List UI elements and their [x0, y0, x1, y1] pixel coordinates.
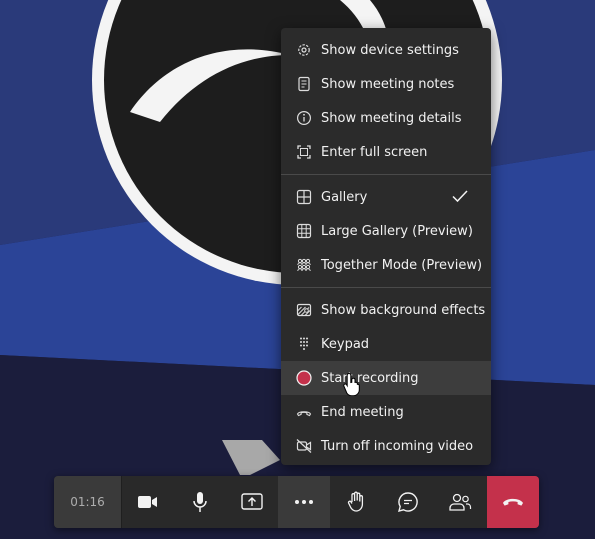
menu-item-label: Show background effects — [321, 302, 486, 318]
menu-divider — [281, 174, 491, 175]
menu-item-gallery[interactable]: Gallery — [281, 180, 491, 214]
menu-item-show-meeting-notes[interactable]: Show meeting notes — [281, 67, 491, 101]
raise-hand-icon — [347, 491, 364, 512]
checkmark-icon — [451, 188, 469, 208]
hang-up-button[interactable] — [487, 476, 539, 528]
keypad-icon — [295, 335, 313, 353]
share-screen-button[interactable] — [226, 476, 278, 528]
menu-divider — [281, 287, 491, 288]
record-icon — [295, 369, 313, 387]
participants-icon — [449, 493, 472, 511]
menu-item-start-recording[interactable]: Start recording — [281, 361, 491, 395]
menu-item-label: Keypad — [321, 336, 370, 352]
menu-item-show-meeting-details[interactable]: Show meeting details — [281, 101, 491, 135]
menu-item-label: Turn off incoming video — [321, 438, 474, 454]
menu-item-show-device-settings[interactable]: Show device settings — [281, 33, 491, 67]
chat-icon — [398, 492, 418, 512]
background-effects-icon — [295, 301, 313, 319]
more-options-icon — [295, 500, 313, 504]
menu-item-label: End meeting — [321, 404, 404, 420]
together-mode-icon — [295, 256, 313, 274]
menu-item-label: Show meeting details — [321, 110, 462, 126]
notes-icon — [295, 75, 313, 93]
fullscreen-icon — [295, 143, 313, 161]
info-icon — [295, 109, 313, 127]
meeting-toolbar: 01:16 — [54, 476, 539, 528]
chat-button[interactable] — [382, 476, 434, 528]
menu-item-enter-full-screen[interactable]: Enter full screen — [281, 135, 491, 169]
menu-item-label: Gallery — [321, 189, 368, 205]
menu-item-show-background-effects[interactable]: Show background effects — [281, 293, 491, 327]
large-gallery-icon — [295, 222, 313, 240]
video-off-icon — [295, 437, 313, 455]
share-screen-icon — [241, 493, 263, 510]
microphone-icon — [193, 492, 207, 512]
gear-icon — [295, 41, 313, 59]
call-timer: 01:16 — [54, 476, 122, 528]
raise-hand-button[interactable] — [330, 476, 382, 528]
end-meeting-icon — [295, 403, 313, 421]
participants-button[interactable] — [434, 476, 486, 528]
menu-item-end-meeting[interactable]: End meeting — [281, 395, 491, 429]
menu-item-label: Enter full screen — [321, 144, 428, 160]
microphone-button[interactable] — [174, 476, 226, 528]
menu-item-label: Together Mode (Preview) — [321, 257, 483, 273]
menu-item-label: Large Gallery (Preview) — [321, 223, 473, 239]
menu-item-label: Show meeting notes — [321, 76, 455, 92]
hand-cursor-icon — [343, 372, 360, 396]
hang-up-icon — [503, 498, 523, 506]
menu-item-label: Start recording — [321, 370, 419, 386]
menu-item-large-gallery[interactable]: Large Gallery (Preview) — [281, 214, 491, 248]
menu-item-label: Show device settings — [321, 42, 459, 58]
gallery-icon — [295, 188, 313, 206]
more-options-menu: Show device settings Show meeting notes … — [281, 28, 491, 465]
menu-item-keypad[interactable]: Keypad — [281, 327, 491, 361]
menu-item-together-mode[interactable]: Together Mode (Preview) — [281, 248, 491, 282]
camera-icon — [138, 496, 157, 508]
camera-button[interactable] — [122, 476, 174, 528]
more-options-button[interactable] — [278, 476, 330, 528]
menu-item-turn-off-incoming-video[interactable]: Turn off incoming video — [281, 429, 491, 463]
